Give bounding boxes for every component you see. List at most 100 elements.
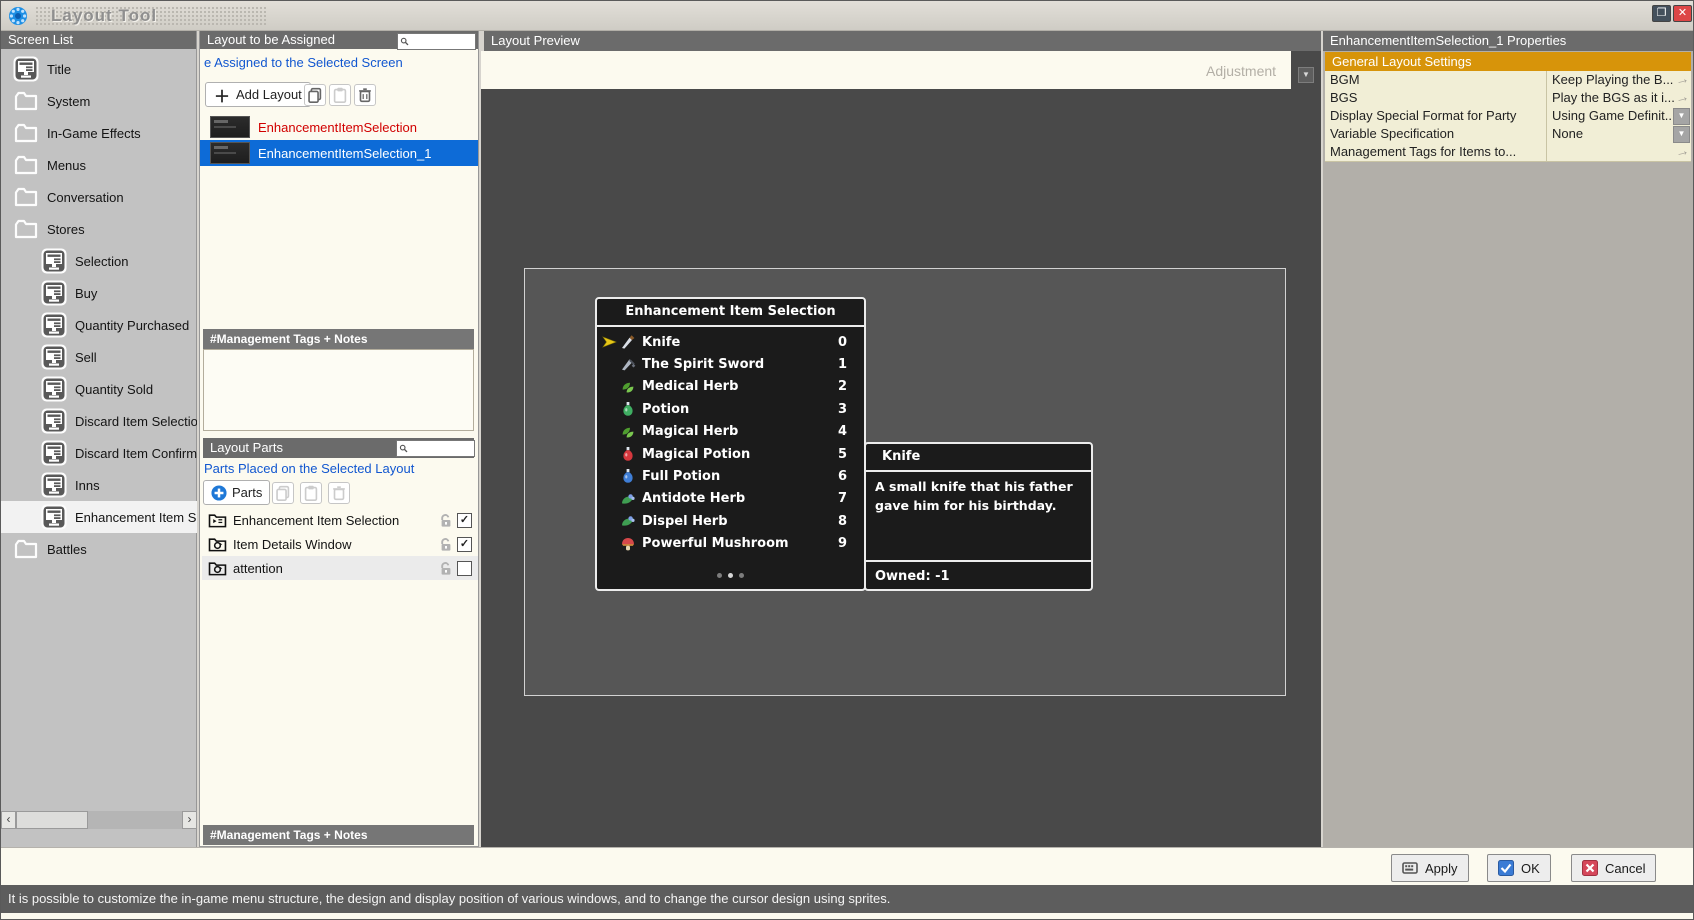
lock-open-icon[interactable] bbox=[439, 513, 453, 528]
parts-search-box[interactable] bbox=[396, 440, 475, 457]
copy-part-icon[interactable] bbox=[272, 482, 294, 504]
dropdown-icon[interactable]: ▼ bbox=[1673, 126, 1690, 143]
page-dot bbox=[728, 573, 733, 578]
paste-part-icon[interactable] bbox=[300, 482, 322, 504]
property-value[interactable]: → bbox=[1547, 143, 1691, 161]
delete-part-icon[interactable] bbox=[328, 482, 350, 504]
sidebar-item-discard-item-confirm[interactable]: Discard Item Confirm bbox=[1, 437, 197, 469]
ok-button[interactable]: OK bbox=[1487, 854, 1551, 882]
property-value[interactable]: Keep Playing the B...→ bbox=[1547, 71, 1691, 89]
game-item-name: The Spirit Sword bbox=[642, 357, 838, 372]
part-item-item-details-window[interactable]: Item Details Window✓ bbox=[202, 532, 478, 556]
parts-search-input[interactable] bbox=[410, 443, 474, 455]
add-layout-button[interactable]: ＋ Add Layout bbox=[205, 82, 311, 107]
management-notes-box[interactable] bbox=[203, 349, 474, 431]
scroll-right-icon[interactable]: › bbox=[182, 811, 197, 829]
lock-open-icon[interactable] bbox=[439, 537, 453, 552]
apply-icon bbox=[1402, 860, 1418, 876]
sidebar-item-label: Inns bbox=[75, 478, 100, 493]
item-detail-window[interactable]: Knife A small knife that his father gave… bbox=[864, 442, 1093, 591]
part-item-enhancement-item-selection[interactable]: Enhancement Item Selection✓ bbox=[202, 508, 478, 532]
flask-blue-icon bbox=[620, 468, 636, 484]
game-item-knife: Knife0 bbox=[597, 331, 864, 353]
game-item-name: Potion bbox=[642, 402, 838, 417]
sidebar-item-battles[interactable]: Battles bbox=[1, 533, 197, 565]
owned-label: Owned: -1 bbox=[875, 569, 950, 584]
sidebar-item-system[interactable]: System bbox=[1, 85, 197, 117]
layout-item-enhancementitemselection[interactable]: EnhancementItemSelection bbox=[200, 114, 478, 140]
folder-icon bbox=[13, 216, 39, 242]
property-value[interactable]: None ▼ bbox=[1547, 125, 1691, 143]
add-parts-button[interactable]: Parts bbox=[203, 480, 270, 505]
folder-icon bbox=[13, 88, 39, 114]
screen-icon bbox=[41, 440, 67, 466]
sidebar-item-stores[interactable]: Stores bbox=[1, 213, 197, 245]
property-value[interactable]: Using Game Definit...▼ bbox=[1547, 107, 1691, 125]
scroll-left-icon[interactable]: ‹ bbox=[1, 811, 16, 829]
game-item-magical-potion: Magical Potion5 bbox=[597, 443, 864, 465]
assigned-search-input[interactable] bbox=[411, 36, 475, 48]
property-row-bgs: BGSPlay the BGS as it i...→ bbox=[1325, 89, 1691, 108]
window-title: Layout Tool bbox=[51, 6, 157, 26]
game-item-index: 7 bbox=[838, 491, 847, 506]
delete-layout-icon[interactable] bbox=[354, 84, 376, 106]
paste-layout-icon[interactable] bbox=[329, 84, 351, 106]
apply-button[interactable]: Apply bbox=[1391, 854, 1469, 882]
cancel-button[interactable]: Cancel bbox=[1571, 854, 1656, 882]
assigned-search-box[interactable] bbox=[397, 33, 476, 50]
part-item-attention[interactable]: attention bbox=[202, 556, 478, 580]
title-bar[interactable]: Layout Tool ❐ ✕ bbox=[1, 1, 1693, 31]
sidebar-item-label: Conversation bbox=[47, 190, 124, 205]
property-value[interactable]: Play the BGS as it i...→ bbox=[1547, 89, 1691, 107]
game-item-name: Dispel Herb bbox=[642, 514, 838, 529]
parts-link[interactable]: Parts Placed on the Selected Layout bbox=[204, 461, 476, 476]
sidebar-item-label: Stores bbox=[47, 222, 85, 237]
checkbox-checked[interactable]: ✓ bbox=[457, 513, 472, 528]
sidebar-item-selection[interactable]: Selection bbox=[1, 245, 197, 277]
copy-layout-icon[interactable] bbox=[304, 84, 326, 106]
bottom-strip bbox=[1, 913, 1694, 920]
sidebar-item-quantity-purchased[interactable]: Quantity Purchased bbox=[1, 309, 197, 341]
sidebar-item-inns[interactable]: Inns bbox=[1, 469, 197, 501]
detail-window-title: Knife bbox=[866, 444, 1091, 472]
sidebar-item-menus[interactable]: Menus bbox=[1, 149, 197, 181]
lock-open-icon[interactable] bbox=[439, 561, 453, 576]
assigned-link[interactable]: e Assigned to the Selected Screen bbox=[204, 55, 476, 70]
sidebar-item-discard-item-selectio[interactable]: Discard Item Selectio bbox=[1, 405, 197, 437]
detail-description-line2: gave him for his birthday. bbox=[875, 496, 1056, 515]
close-button[interactable]: ✕ bbox=[1673, 5, 1692, 22]
property-label: Management Tags for Items to... bbox=[1325, 143, 1547, 161]
part-circle-icon bbox=[208, 560, 227, 577]
screen-list-hscrollbar[interactable]: ‹ › bbox=[1, 811, 197, 829]
property-value-text: None bbox=[1552, 126, 1583, 141]
property-label: Variable Specification bbox=[1325, 125, 1547, 143]
detail-arrow-icon[interactable]: → bbox=[1673, 143, 1690, 160]
sidebar-item-conversation[interactable]: Conversation bbox=[1, 181, 197, 213]
detail-arrow-icon[interactable]: → bbox=[1673, 71, 1690, 88]
game-item-potion: Potion3 bbox=[597, 398, 864, 420]
checkbox-unchecked[interactable] bbox=[457, 561, 472, 576]
minimize-button[interactable]: ❐ bbox=[1652, 5, 1671, 22]
sidebar-item-label: Quantity Purchased bbox=[75, 318, 189, 333]
sidebar-item-quantity-sold[interactable]: Quantity Sold bbox=[1, 373, 197, 405]
layout-assigned-panel: Layout to be Assigned e Assigned to the … bbox=[199, 31, 479, 847]
sidebar-item-sell[interactable]: Sell bbox=[1, 341, 197, 373]
sidebar-item-label: System bbox=[47, 94, 90, 109]
sidebar-item-in-game-effects[interactable]: In-Game Effects bbox=[1, 117, 197, 149]
toolbar-overflow-icon[interactable]: ▼ bbox=[1298, 67, 1314, 83]
item-selection-window[interactable]: Enhancement Item Selection Knife0The Spi… bbox=[595, 297, 866, 591]
sidebar-item-title[interactable]: Title bbox=[1, 53, 197, 85]
apply-label: Apply bbox=[1425, 861, 1458, 876]
cursor-slot bbox=[602, 470, 617, 482]
scroll-thumb[interactable] bbox=[16, 811, 88, 829]
detail-arrow-icon[interactable]: → bbox=[1673, 89, 1690, 106]
layout-item-enhancementitemselection-1[interactable]: EnhancementItemSelection_1 bbox=[200, 140, 478, 166]
layout-preview-canvas[interactable]: Enhancement Item Selection Knife0The Spi… bbox=[481, 89, 1321, 847]
sidebar-item-enhancement-item-s[interactable]: Enhancement Item S bbox=[1, 501, 197, 533]
selection-cursor-icon bbox=[602, 336, 617, 348]
dropdown-icon[interactable]: ▼ bbox=[1673, 108, 1690, 125]
sidebar-item-buy[interactable]: Buy bbox=[1, 277, 197, 309]
checkbox-checked[interactable]: ✓ bbox=[457, 537, 472, 552]
layout-thumbnail bbox=[210, 142, 250, 164]
game-item-index: 4 bbox=[838, 424, 847, 439]
